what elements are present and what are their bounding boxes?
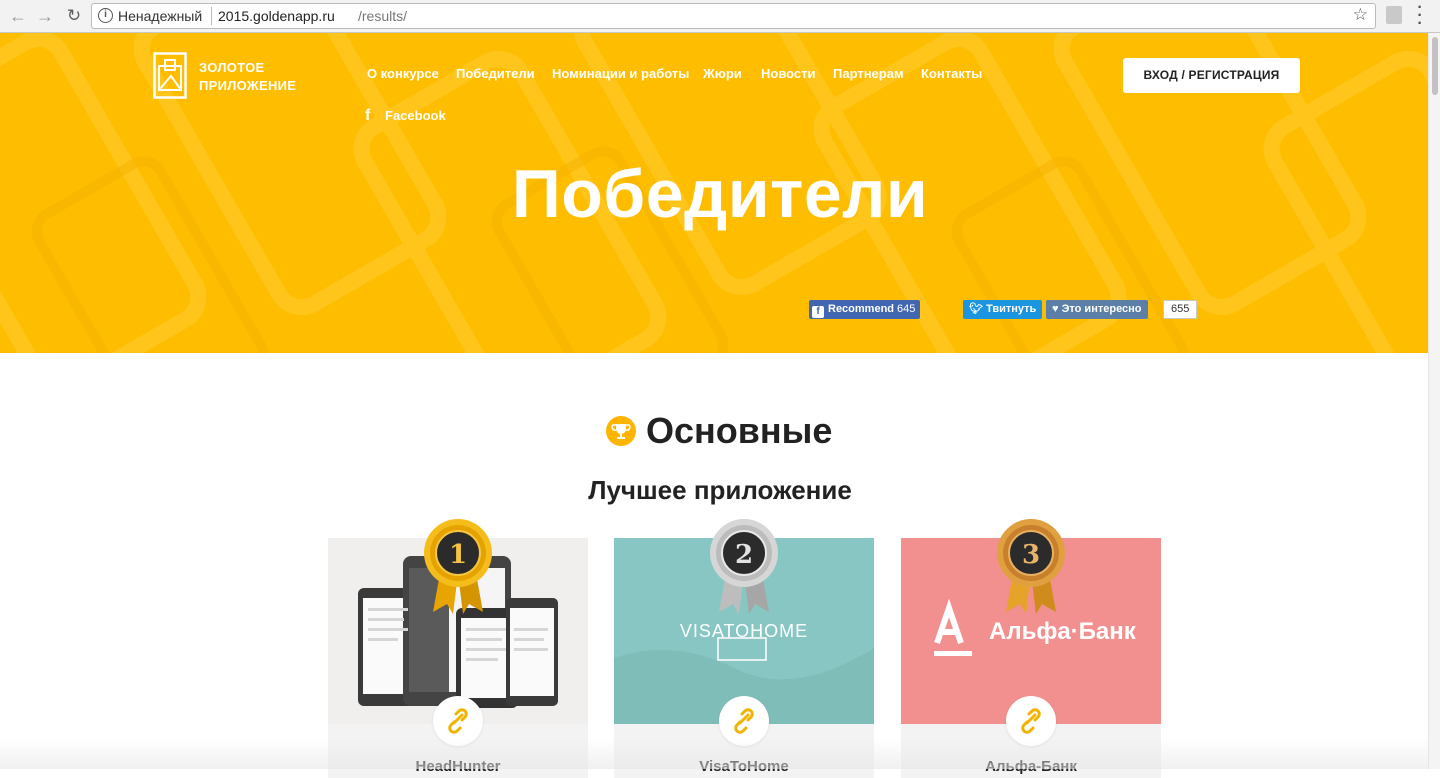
- page-scrollbar[interactable]: [1428, 33, 1440, 769]
- medal-number: 1: [449, 540, 467, 570]
- menu-item-contacts[interactable]: Контакты: [921, 66, 982, 81]
- card-logo-text: VISATOHOME: [680, 621, 808, 641]
- vk-like-label: Это интересно: [1061, 303, 1142, 315]
- back-arrow-icon[interactable]: ←: [8, 6, 28, 26]
- medal-number: 3: [1022, 540, 1040, 570]
- category-title: Лучшее приложение: [588, 475, 852, 505]
- vk-like-button[interactable]: ♥ Это интересно: [1046, 300, 1148, 319]
- tweet-label: Твитнуть: [986, 303, 1037, 315]
- browser-menu-icon[interactable]: · · ·: [1415, 0, 1425, 32]
- facebook-link[interactable]: f Facebook: [365, 107, 446, 125]
- reload-icon[interactable]: ↻: [64, 6, 84, 26]
- section-title: Основные: [646, 410, 833, 451]
- facebook-label: Facebook: [385, 108, 446, 123]
- bronze-medal-icon: 3: [997, 519, 1065, 614]
- site-logo[interactable]: ЗОЛОТОЕ ПРИЛОЖЕНИЕ: [153, 52, 313, 102]
- bookmark-star-icon[interactable]: ☆: [1353, 5, 1368, 25]
- fb-recommend-label: Recommend: [828, 303, 895, 315]
- bottom-fade: [0, 739, 1428, 769]
- gold-medal-icon: 1: [424, 519, 492, 614]
- url-separator: [211, 7, 212, 25]
- card-logo-text: Альфа·Банк: [989, 618, 1137, 645]
- login-register-button[interactable]: ВХОД / РЕГИСТРАЦИЯ: [1123, 58, 1300, 93]
- menu-item-news[interactable]: Новости: [761, 66, 816, 81]
- logo-mark-icon: [153, 52, 187, 99]
- logo-line-1: ЗОЛОТОЕ: [199, 60, 265, 75]
- twitter-icon: 🐦︎: [969, 303, 987, 315]
- scrollbar-thumb[interactable]: [1432, 37, 1438, 95]
- vk-like-count: 655: [1163, 300, 1198, 319]
- heart-icon: ♥: [1052, 303, 1062, 315]
- facebook-icon: f: [365, 107, 371, 124]
- trophy-icon: [606, 416, 636, 446]
- address-bar[interactable]: i Ненадежный 2015.goldenapp.ru /results/…: [91, 3, 1376, 29]
- menu-item-partners[interactable]: Партнерам: [833, 66, 904, 81]
- menu-item-about[interactable]: О конкурсе: [367, 66, 439, 81]
- page-title: Победители: [511, 156, 929, 232]
- extension-icon[interactable]: [1386, 6, 1402, 24]
- security-label: Ненадежный: [118, 8, 203, 24]
- menu-item-nominations[interactable]: Номинации и работы: [552, 66, 689, 81]
- logo-text: ЗОЛОТОЕ ПРИЛОЖЕНИЕ: [199, 59, 296, 95]
- tweet-button[interactable]: 🐦︎ Твитнуть: [963, 300, 1043, 319]
- info-icon[interactable]: i: [98, 8, 113, 23]
- facebook-small-icon: f: [812, 306, 824, 318]
- browser-toolbar: ← → ↻ i Ненадежный 2015.goldenapp.ru /re…: [0, 0, 1440, 33]
- silver-medal-icon: 2: [710, 519, 778, 614]
- fb-recommend-count: 645: [897, 303, 916, 315]
- url-host: 2015.goldenapp.ru: [218, 8, 335, 24]
- menu-item-jury[interactable]: Жюри: [703, 66, 742, 81]
- forward-arrow-icon[interactable]: →: [35, 6, 55, 26]
- hero-banner: ЗОЛОТОЕ ПРИЛОЖЕНИЕ О конкурсе Победители…: [0, 33, 1428, 353]
- url-path: /results/: [358, 8, 408, 24]
- facebook-recommend-button[interactable]: f Recommend 645: [809, 300, 921, 319]
- logo-line-2: ПРИЛОЖЕНИЕ: [199, 78, 297, 93]
- menu-item-winners[interactable]: Победители: [456, 66, 535, 81]
- medal-number: 2: [735, 540, 753, 570]
